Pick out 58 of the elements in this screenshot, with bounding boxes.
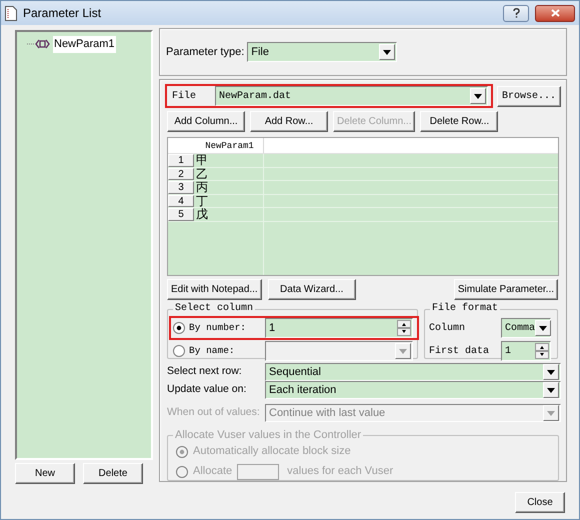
field-label: Update value on: xyxy=(167,382,248,398)
dropdown[interactable]: NewParam.dat xyxy=(215,86,488,106)
field-label: First data xyxy=(429,344,490,358)
field-label: File xyxy=(172,90,198,104)
row-header: 4 xyxy=(168,194,194,207)
dropdown-arrow-icon xyxy=(547,410,555,416)
row-header: 2 xyxy=(168,168,194,180)
spinner-arrows-icon xyxy=(535,343,549,359)
close-dialog-button[interactable]: Close xyxy=(515,492,565,513)
radio-label: By name: xyxy=(188,344,236,358)
column-header: NewParam1 xyxy=(196,138,264,153)
dropdown[interactable]: File xyxy=(247,42,398,62)
table-cell: 乙 xyxy=(196,168,264,180)
table-cell: 甲 xyxy=(196,154,264,166)
dropdown-arrow-icon xyxy=(383,50,392,54)
table-cell: 丙 xyxy=(196,181,264,194)
browse-button[interactable]: Browse... xyxy=(496,86,561,106)
spinner-field[interactable]: 1 xyxy=(501,341,551,361)
dropdown-arrow-icon xyxy=(547,370,555,374)
question-mark-icon xyxy=(512,8,520,18)
field-label: Parameter type: xyxy=(166,44,244,60)
field-label: Select next row: xyxy=(167,364,243,380)
dropdown-arrow-icon xyxy=(547,388,555,392)
close-icon xyxy=(550,9,560,17)
toolbar-button[interactable]: Delete Row... xyxy=(420,111,498,132)
parameter-icon xyxy=(27,39,51,50)
dropdown[interactable]: Comma xyxy=(501,318,551,338)
close-button[interactable] xyxy=(535,4,575,22)
toolbar-button[interactable]: Add Column... xyxy=(167,111,245,132)
row-header: 3 xyxy=(168,181,194,194)
radio-label: Automatically allocate block size xyxy=(193,444,351,460)
radio-button[interactable] xyxy=(173,322,185,334)
dropdown-arrow-icon xyxy=(399,348,407,354)
spinner-field[interactable]: 1 xyxy=(265,318,413,338)
simulate-button[interactable]: Simulate Parameter... xyxy=(454,279,558,300)
help-button[interactable] xyxy=(503,4,529,22)
dropdown[interactable]: Sequential xyxy=(265,363,561,381)
document-icon xyxy=(5,6,17,20)
field-label: When out of values: xyxy=(167,405,261,420)
row-header: 1 xyxy=(168,154,194,166)
spinner-arrows-icon xyxy=(397,320,411,336)
new-button[interactable]: New xyxy=(15,463,75,484)
radio-label: By number: xyxy=(188,320,248,335)
delete-button[interactable]: Delete xyxy=(83,463,143,484)
notepad-button[interactable]: Edit with Notepad... xyxy=(167,279,262,300)
row-header: 5 xyxy=(168,208,194,220)
dropdown[interactable]: Each iteration xyxy=(265,381,561,399)
wizard-button[interactable]: Data Wizard... xyxy=(268,279,356,300)
table-cell: 丁 xyxy=(196,194,264,207)
toolbar-button[interactable]: Add Row... xyxy=(250,111,328,132)
field-label: values for each Vuser xyxy=(286,464,394,480)
field-label: Column xyxy=(429,322,466,336)
dropdown-arrow-icon xyxy=(539,326,548,330)
radio-label: Allocate xyxy=(193,464,232,480)
table-cell: 戊 xyxy=(196,208,264,220)
window-title: Parameter List xyxy=(23,5,102,22)
tree-item[interactable]: NewParam1 xyxy=(53,36,116,52)
dropdown-arrow-icon xyxy=(474,94,482,98)
